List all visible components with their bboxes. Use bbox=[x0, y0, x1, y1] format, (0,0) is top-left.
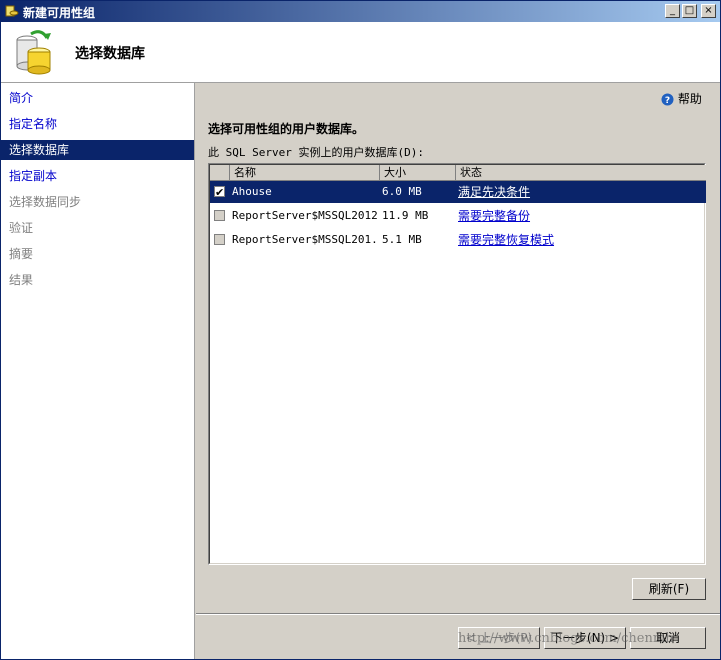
status-link[interactable]: 需要完整备份 bbox=[458, 209, 530, 223]
column-header-name[interactable]: 名称 bbox=[230, 165, 380, 181]
database-grid[interactable]: 名称 大小 状态 ✔ Ahouse 6.0 MB 满足先决条件 ReportSe… bbox=[208, 163, 706, 565]
nav-item-specify-replicas[interactable]: 指定副本 bbox=[1, 166, 194, 186]
nav-item-intro[interactable]: 简介 bbox=[1, 88, 194, 108]
refresh-button[interactable]: 刷新(F) bbox=[632, 578, 706, 600]
status-link[interactable]: 需要完整恢复模式 bbox=[458, 233, 554, 247]
column-header-size[interactable]: 大小 bbox=[380, 165, 456, 181]
row-checkbox[interactable]: ✔ bbox=[214, 186, 225, 199]
wizard-nav: 简介 指定名称 选择数据库 指定副本 选择数据同步 验证 摘要 结果 bbox=[1, 83, 195, 659]
database-name: ReportServer$MSSQL201... bbox=[232, 233, 378, 246]
database-name: Ahouse bbox=[232, 185, 272, 198]
nav-item-specify-name[interactable]: 指定名称 bbox=[1, 114, 194, 134]
wizard-window: 新建可用性组 _ □ × 选择数据库 简介 指定名称 选择数据库 指定副本 选择… bbox=[0, 0, 721, 660]
svg-text:?: ? bbox=[665, 96, 670, 106]
minimize-button[interactable]: _ bbox=[665, 4, 680, 18]
title-bar[interactable]: 新建可用性组 _ □ × bbox=[1, 1, 720, 22]
window-title: 新建可用性组 bbox=[23, 6, 96, 20]
section-title: 选择可用性组的用户数据库。 bbox=[208, 122, 365, 136]
nav-item-data-sync: 选择数据同步 bbox=[9, 195, 82, 209]
help-icon: ? bbox=[661, 93, 674, 106]
main-panel: ? 帮助 选择可用性组的用户数据库。 此 SQL Server 实例上的用户数据… bbox=[196, 83, 720, 659]
column-header-check[interactable] bbox=[210, 165, 230, 181]
nav-item-results: 结果 bbox=[9, 273, 34, 287]
database-size: 5.1 MB bbox=[382, 233, 422, 246]
table-row[interactable]: ReportServer$MSSQL201... 5.1 MB 需要完整恢复模式 bbox=[210, 229, 706, 251]
previous-button[interactable]: < 上一步(P) bbox=[458, 627, 540, 649]
database-list-label: 此 SQL Server 实例上的用户数据库(D): bbox=[208, 146, 424, 159]
status-link[interactable]: 满足先决条件 bbox=[458, 185, 530, 199]
grid-header: 名称 大小 状态 bbox=[210, 165, 706, 181]
nav-item-select-databases[interactable]: 选择数据库 bbox=[1, 140, 194, 160]
next-button[interactable]: 下一步(N) > bbox=[544, 627, 626, 649]
nav-item-summary: 摘要 bbox=[9, 247, 34, 261]
database-name: ReportServer$MSSQL2012 bbox=[232, 209, 378, 222]
nav-item-validation: 验证 bbox=[9, 221, 34, 235]
database-size: 6.0 MB bbox=[382, 185, 422, 198]
help-link[interactable]: ? 帮助 bbox=[661, 90, 702, 107]
check-mark-icon: ✔ bbox=[215, 186, 225, 199]
database-size: 11.9 MB bbox=[382, 209, 429, 222]
page-title: 选择数据库 bbox=[75, 46, 145, 62]
database-icon bbox=[16, 30, 51, 75]
maximize-button[interactable]: □ bbox=[682, 4, 697, 18]
footer-divider bbox=[196, 613, 720, 615]
table-row[interactable]: ✔ Ahouse 6.0 MB 满足先决条件 bbox=[210, 181, 706, 203]
column-header-status[interactable]: 状态 bbox=[456, 165, 706, 181]
close-button[interactable]: × bbox=[701, 4, 716, 18]
row-checkbox bbox=[214, 234, 225, 245]
help-label: 帮助 bbox=[677, 92, 702, 106]
row-checkbox bbox=[214, 210, 225, 221]
table-row[interactable]: ReportServer$MSSQL2012 11.9 MB 需要完整备份 bbox=[210, 205, 706, 227]
page-header: 选择数据库 bbox=[1, 22, 720, 83]
database-app-icon bbox=[5, 5, 19, 17]
cancel-button[interactable]: 取消 bbox=[630, 627, 706, 649]
